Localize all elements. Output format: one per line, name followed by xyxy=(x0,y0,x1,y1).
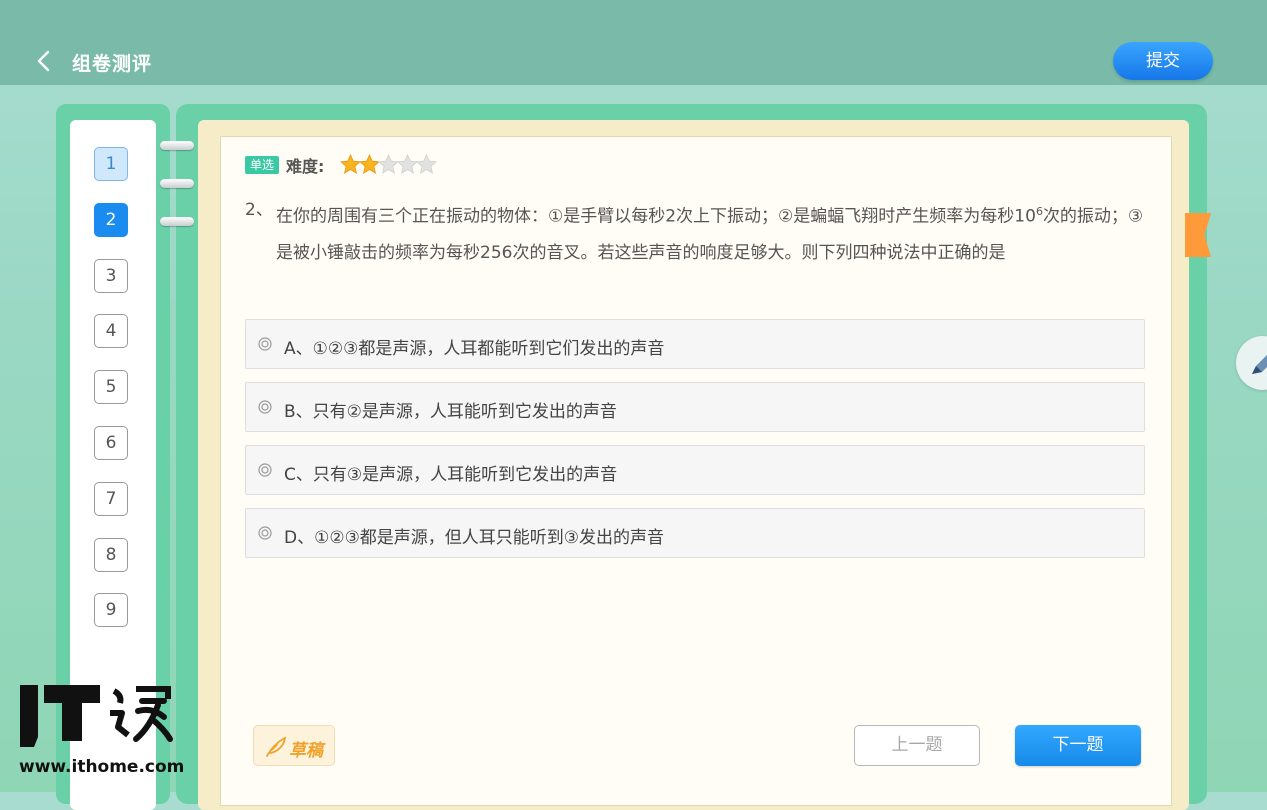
radio-icon xyxy=(258,400,272,414)
option-label: D、①②③都是声源，但人耳只能听到③发出的声音 xyxy=(284,528,665,548)
binder-ring xyxy=(160,179,194,188)
star-filled-icon xyxy=(340,154,361,174)
question-text: 在你的周围有三个正在振动的物体：①是手臂以每秒2次上下振动；②是蝙蝠飞翔时产生频… xyxy=(276,194,1152,271)
star-empty-icon xyxy=(378,154,399,174)
question-nav-item-4[interactable]: 4 xyxy=(94,314,128,349)
question-nav-item-6[interactable]: 6 xyxy=(94,426,128,460)
top-bar xyxy=(0,0,1267,85)
question-type-badge: 单选 xyxy=(245,156,280,174)
binder-ring xyxy=(160,217,194,226)
question-text-part1: 在你的周围有三个正在振动的物体：①是手臂以每秒2次上下振动；②是蝙蝠飞翔时产生频… xyxy=(276,206,1036,227)
option-a[interactable]: A、①②③都是声源，人耳都能听到它们发出的声音 xyxy=(245,319,1145,369)
submit-button[interactable]: 提交 xyxy=(1113,42,1213,80)
question-nav-item-2[interactable]: 2 xyxy=(94,202,128,237)
pen-tool-button[interactable] xyxy=(1236,336,1267,390)
question-nav-item-5[interactable]: 5 xyxy=(94,370,128,405)
option-label: C、只有③是声源，人耳能听到它发出的声音 xyxy=(284,465,618,485)
difficulty-stars xyxy=(340,154,437,176)
option-d[interactable]: D、①②③都是声源，但人耳只能听到③发出的声音 xyxy=(245,508,1145,558)
bookmark-tab[interactable] xyxy=(1185,213,1211,257)
option-label: A、①②③都是声源，人耳都能听到它们发出的声音 xyxy=(284,339,665,359)
previous-question-button[interactable]: 上一题 xyxy=(854,725,980,766)
radio-icon xyxy=(258,337,272,351)
question-nav-item-9[interactable]: 9 xyxy=(94,593,128,628)
difficulty-label: 难度: xyxy=(286,157,325,176)
option-label: B、只有②是声源，人耳能听到它发出的声音 xyxy=(284,402,617,422)
pen-icon xyxy=(1252,355,1267,374)
feather-icon xyxy=(266,737,287,757)
draft-label: 草稿 xyxy=(289,741,323,761)
star-filled-icon xyxy=(359,154,380,174)
watermark-url: www.ithome.com xyxy=(19,757,185,777)
binder-ring xyxy=(160,141,194,150)
option-c[interactable]: C、只有③是声源，人耳能听到它发出的声音 xyxy=(245,445,1145,495)
radio-icon xyxy=(258,526,272,540)
question-nav-item-8[interactable]: 8 xyxy=(94,537,128,572)
question-nav-item-3[interactable]: 3 xyxy=(94,258,128,293)
back-arrow-icon[interactable] xyxy=(36,50,50,72)
star-empty-icon xyxy=(416,154,437,174)
star-empty-icon xyxy=(397,154,418,174)
page-title: 组卷测评 xyxy=(72,53,153,75)
option-b[interactable]: B、只有②是声源，人耳能听到它发出的声音 xyxy=(245,382,1145,432)
next-question-button[interactable]: 下一题 xyxy=(1015,725,1141,766)
question-superscript: 6 xyxy=(1035,205,1043,218)
question-nav-item-7[interactable]: 7 xyxy=(94,481,128,516)
draft-button[interactable]: 草稿 xyxy=(253,725,335,766)
question-nav-item-1[interactable]: 1 xyxy=(94,147,128,181)
question-number: 2、 xyxy=(245,200,273,220)
radio-icon xyxy=(258,463,272,477)
